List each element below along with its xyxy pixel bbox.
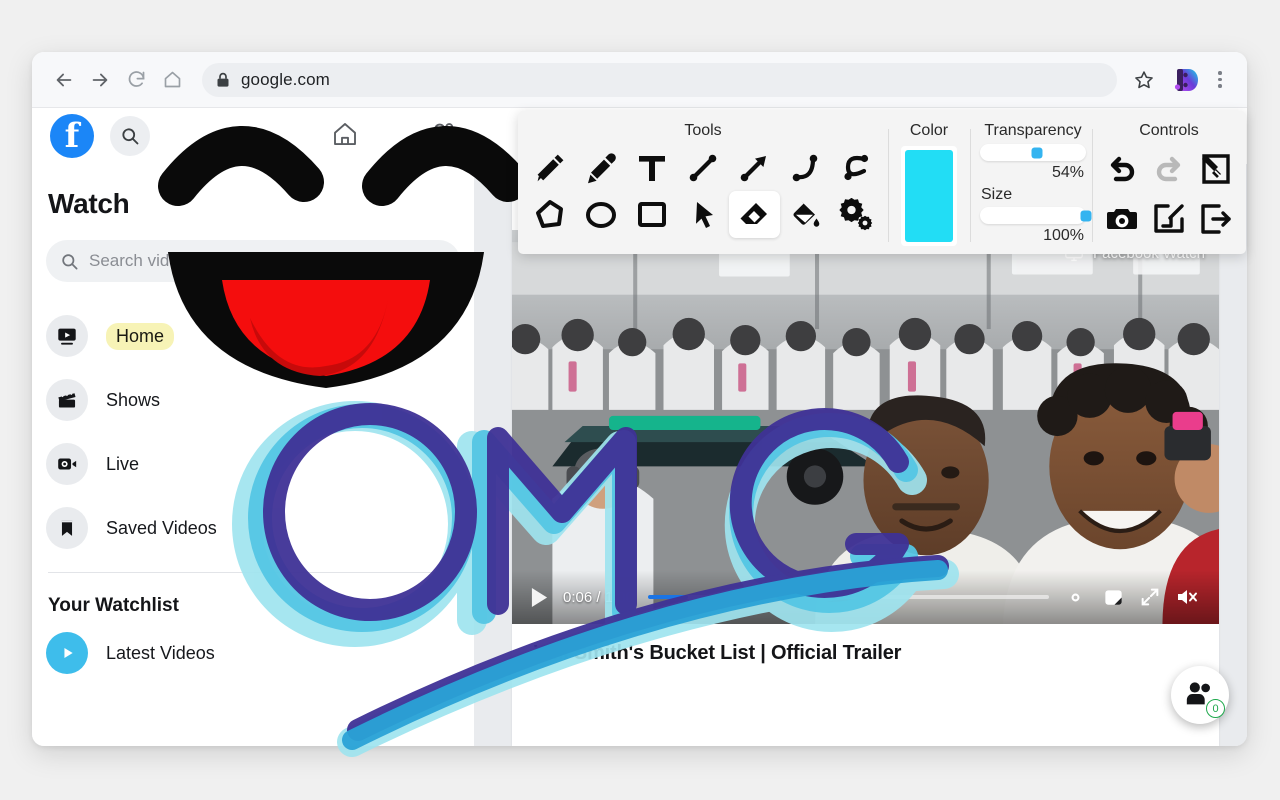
play-circle-icon [46, 632, 88, 674]
pencil-tool[interactable] [524, 144, 575, 191]
sidebar-item-label: Saved Videos [106, 517, 217, 538]
size-slider-thumb[interactable] [1080, 210, 1092, 221]
search-icon [62, 253, 78, 269]
bookmark-icon [46, 507, 88, 549]
sidebar-item-shows[interactable]: Shows [46, 368, 460, 432]
text-tool[interactable] [626, 144, 677, 191]
sidebar-item-label: Live [106, 453, 140, 474]
browser-menu-icon[interactable] [1207, 71, 1233, 88]
controls-heading: Controls [1139, 122, 1199, 139]
arrow-tool[interactable] [729, 144, 780, 191]
video-time: 0:06 / 1:00 [563, 588, 634, 606]
volume-muted-icon[interactable] [1175, 586, 1201, 608]
video-player[interactable]: Facebook Watch 0:06 / 1:00 [512, 230, 1219, 624]
back-icon[interactable] [46, 62, 82, 98]
sidebar-item-live[interactable]: Live [46, 432, 460, 496]
sidebar-divider [48, 572, 458, 573]
transparency-slider-thumb[interactable] [1031, 147, 1043, 158]
video-still [512, 230, 1219, 624]
reload-icon[interactable] [118, 62, 154, 98]
transparency-slider[interactable] [980, 144, 1086, 161]
sidebar-item-saved-videos[interactable]: Saved Videos [46, 496, 460, 560]
watch-sidebar: Watch Search videos Home Shows Live Save… [32, 164, 475, 746]
paint-toolbar: Tools Color Transparency 54% Size 100% C… [518, 111, 1246, 254]
load-image-button[interactable] [1145, 194, 1192, 244]
home-icon[interactable] [154, 62, 190, 98]
transparency-value: 54% [1051, 164, 1084, 181]
menu-dot [1218, 77, 1222, 82]
marker-tool[interactable] [575, 144, 626, 191]
lock-icon [217, 72, 229, 87]
feed-card: Most Popular [512, 172, 1219, 746]
nav-home-icon[interactable] [330, 119, 360, 154]
sidebar-item-label: Home [106, 322, 175, 350]
sidebar-search-input[interactable]: Search videos [46, 240, 460, 282]
curve-tool[interactable] [780, 144, 831, 191]
screen: google.com f Watch Search videos Home Sh… [0, 0, 1280, 800]
video-progress-fill [647, 595, 689, 599]
sidebar-search-placeholder: Search videos [89, 251, 197, 270]
sidebar-item-label: Latest Videos [106, 642, 215, 663]
play-button[interactable] [530, 587, 549, 608]
video-controls: 0:06 / 1:00 [512, 570, 1219, 624]
color-swatch[interactable] [905, 150, 953, 242]
size-label: Size [981, 186, 1013, 203]
url-text: google.com [241, 69, 330, 89]
fill-tool[interactable] [780, 191, 831, 238]
watchlist-heading: Your Watchlist [48, 595, 179, 616]
participants-count-badge: 0 [1206, 699, 1225, 718]
exit-button[interactable] [1193, 194, 1240, 244]
transparency-heading: Transparency [984, 122, 1082, 139]
sidebar-item-home[interactable]: Home [46, 304, 460, 368]
sidebar-item-latest-videos[interactable]: Latest Videos [46, 621, 460, 685]
size-slider[interactable] [980, 207, 1092, 224]
video-progress-bar[interactable] [647, 595, 1049, 599]
participants-fab[interactable]: 0 [1171, 666, 1229, 724]
eraser-tool[interactable] [728, 191, 780, 238]
fullscreen-icon[interactable] [1139, 586, 1161, 608]
controls-section: Controls [1092, 117, 1246, 254]
s-curve-tool[interactable] [831, 144, 882, 191]
video-home-icon [46, 315, 88, 357]
facebook-logo-icon[interactable]: f [50, 114, 94, 158]
facebook-nav [330, 119, 456, 154]
clapperboard-icon [46, 379, 88, 421]
tools-heading: Tools [684, 122, 722, 139]
undo-button[interactable] [1098, 144, 1145, 194]
facebook-search-icon[interactable] [110, 116, 150, 156]
select-tool[interactable] [677, 191, 728, 238]
ellipse-tool[interactable] [575, 191, 626, 238]
settings-tool[interactable] [831, 191, 882, 238]
color-heading: Color [909, 122, 949, 139]
polygon-tool[interactable] [524, 191, 575, 238]
video-title: Will Smith's Bucket List | Official Trai… [534, 642, 902, 664]
menu-dot [1218, 71, 1222, 75]
address-bar[interactable]: google.com [202, 62, 1117, 97]
page-title: Watch [48, 188, 130, 219]
color-section: Color [888, 117, 970, 254]
redo-button[interactable] [1145, 144, 1192, 194]
live-video-icon [46, 443, 88, 485]
menu-dot [1218, 84, 1222, 88]
browser-toolbar: google.com [32, 52, 1247, 108]
forward-icon[interactable] [82, 62, 118, 98]
picture-in-picture-icon[interactable] [1102, 586, 1125, 609]
clear-canvas-button[interactable] [1193, 144, 1240, 194]
transparency-section: Transparency 54% Size 100% [970, 117, 1092, 254]
sidebar-nav-list: Home Shows Live Saved Videos [46, 304, 460, 560]
sidebar-item-label: Shows [106, 389, 161, 410]
tools-section: Tools [518, 117, 888, 254]
nav-friends-icon[interactable] [426, 119, 456, 154]
bookmark-star-icon[interactable] [1127, 63, 1161, 97]
screenshot-button[interactable] [1098, 194, 1145, 244]
tools-grid [524, 144, 882, 238]
profile-avatar-icon[interactable] [1171, 65, 1201, 95]
line-tool[interactable] [677, 144, 728, 191]
color-swatch-holder [901, 146, 957, 246]
settings-gear-icon[interactable] [1063, 585, 1088, 610]
controls-grid [1098, 144, 1240, 244]
rectangle-tool[interactable] [626, 191, 677, 238]
size-value: 100% [1043, 227, 1084, 244]
